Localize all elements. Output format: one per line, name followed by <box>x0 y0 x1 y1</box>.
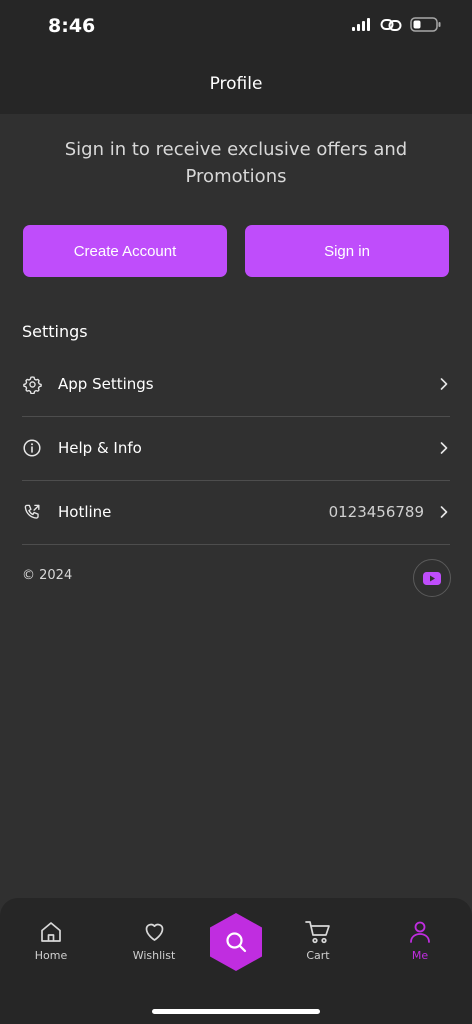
gear-icon <box>22 374 42 394</box>
settings-item-label: App Settings <box>58 375 154 393</box>
sign-in-button[interactable]: Sign in <box>245 225 449 277</box>
nav-label: Me <box>411 949 429 962</box>
settings-item-help-info[interactable]: Help & Info <box>22 416 450 481</box>
search-icon <box>226 932 247 953</box>
settings-item-app-settings[interactable]: App Settings <box>22 352 450 417</box>
status-time: 8:46 <box>48 15 96 37</box>
status-bar: 8:46 <box>0 0 472 54</box>
settings-item-label: Hotline <box>58 503 112 521</box>
link-icon <box>380 18 402 31</box>
nav-me[interactable]: Me <box>380 920 460 962</box>
page-header: Profile <box>0 54 472 114</box>
hotline-number: 0123456789 <box>328 503 424 521</box>
cart-icon <box>305 921 330 944</box>
chevron-right-icon <box>438 378 450 390</box>
home-icon <box>41 922 61 942</box>
nav-home[interactable]: Home <box>11 920 91 962</box>
status-icons <box>352 17 442 32</box>
phone-icon <box>22 502 42 522</box>
youtube-button[interactable] <box>413 559 451 597</box>
signal-icon <box>352 18 370 31</box>
nav-search-button[interactable] <box>208 912 264 972</box>
nav-cart[interactable]: Cart <box>278 920 358 962</box>
home-indicator <box>152 1009 320 1014</box>
settings-item-hotline[interactable]: Hotline 0123456789 <box>22 480 450 545</box>
page-title: Profile <box>209 74 263 94</box>
promo-text: Sign in to receive exclusive offers and … <box>64 139 408 187</box>
heart-icon <box>145 923 163 941</box>
info-icon <box>22 438 42 458</box>
create-account-button[interactable]: Create Account <box>23 225 227 277</box>
nav-label: Cart <box>306 949 330 962</box>
nav-label: Wishlist <box>132 949 176 962</box>
youtube-icon <box>423 571 441 585</box>
settings-item-label: Help & Info <box>58 439 142 457</box>
chevron-right-icon <box>438 506 450 518</box>
nav-wishlist[interactable]: Wishlist <box>114 920 194 962</box>
nav-label: Home <box>34 949 68 962</box>
chevron-right-icon <box>438 442 450 454</box>
battery-icon <box>410 17 441 32</box>
copyright-text: © 2024 <box>22 568 73 583</box>
user-icon <box>410 921 430 943</box>
bottom-nav: Home Wishlist Cart Me <box>0 898 472 1024</box>
settings-section-title: Settings <box>22 322 88 341</box>
